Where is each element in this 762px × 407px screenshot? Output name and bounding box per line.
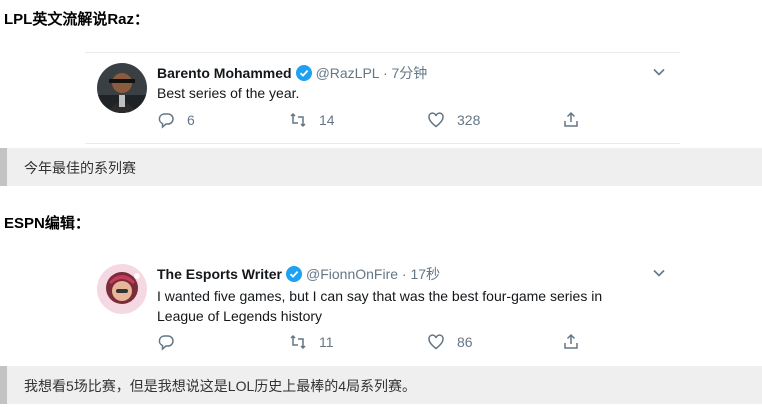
handle[interactable]: @RazLPL: [316, 65, 380, 81]
avatar[interactable]: [97, 63, 147, 113]
tweet-header: Barento Mohammed @RazLPL · 7分钟: [157, 63, 427, 83]
tweet-text: I wanted five games, but I can say that …: [157, 288, 603, 324]
avatar[interactable]: [97, 264, 147, 314]
translation-text: 我想看5场比赛，但是我想说这是LOL历史上最棒的4局系列赛。: [24, 378, 417, 394]
reply-button[interactable]: 6: [157, 111, 195, 129]
like-button[interactable]: 328: [427, 111, 480, 129]
like-count: 328: [457, 112, 481, 128]
like-button[interactable]: 86: [427, 333, 473, 351]
translation-box: 今年最佳的系列赛: [0, 148, 762, 186]
translation-box: 我想看5场比赛，但是我想说这是LOL历史上最棒的4局系列赛。: [0, 366, 762, 404]
share-icon: [564, 111, 578, 127]
display-name[interactable]: Barento Mohammed: [157, 65, 292, 81]
tweet-card[interactable]: The Esports Writer @FionnOnFire · 17秒 I w…: [85, 258, 680, 358]
retweet-button[interactable]: 14: [289, 111, 335, 129]
like-icon: [428, 334, 444, 350]
reply-count: 6: [187, 112, 195, 128]
like-count: 86: [457, 334, 473, 350]
share-button[interactable]: [562, 333, 580, 351]
retweet-count: 14: [319, 112, 335, 128]
retweet-icon: [290, 334, 306, 350]
reply-icon: [158, 113, 174, 129]
timestamp[interactable]: · 7分钟: [383, 65, 427, 81]
tweet-card[interactable]: Barento Mohammed @RazLPL · 7分钟 Best serie…: [85, 52, 680, 144]
verified-badge-icon: [286, 266, 302, 282]
reply-icon: [158, 335, 174, 351]
like-icon: [428, 112, 444, 128]
reply-button[interactable]: [157, 333, 187, 351]
handle[interactable]: @FionnOnFire: [306, 266, 398, 282]
translation-text: 今年最佳的系列赛: [24, 160, 136, 176]
display-name[interactable]: The Esports Writer: [157, 266, 282, 282]
tweet-header: The Esports Writer @FionnOnFire · 17秒: [157, 264, 440, 284]
verified-badge-icon: [295, 65, 312, 81]
section-heading: ESPN编辑：: [4, 215, 90, 232]
share-button[interactable]: [562, 111, 580, 129]
chevron-down-icon[interactable]: [652, 266, 666, 280]
share-icon: [564, 333, 578, 349]
chevron-down-icon[interactable]: [652, 65, 666, 79]
tweet-text: Best series of the year.: [157, 85, 300, 101]
retweet-count: 11: [319, 334, 334, 350]
retweet-icon: [290, 112, 306, 128]
retweet-button[interactable]: 11: [289, 333, 334, 351]
timestamp[interactable]: · 17秒: [402, 266, 440, 282]
tweet-actions: 11 86: [157, 333, 597, 353]
section-heading: LPL英文流解说Raz：: [4, 11, 150, 28]
tweet-actions: 6 14 328: [157, 111, 597, 131]
